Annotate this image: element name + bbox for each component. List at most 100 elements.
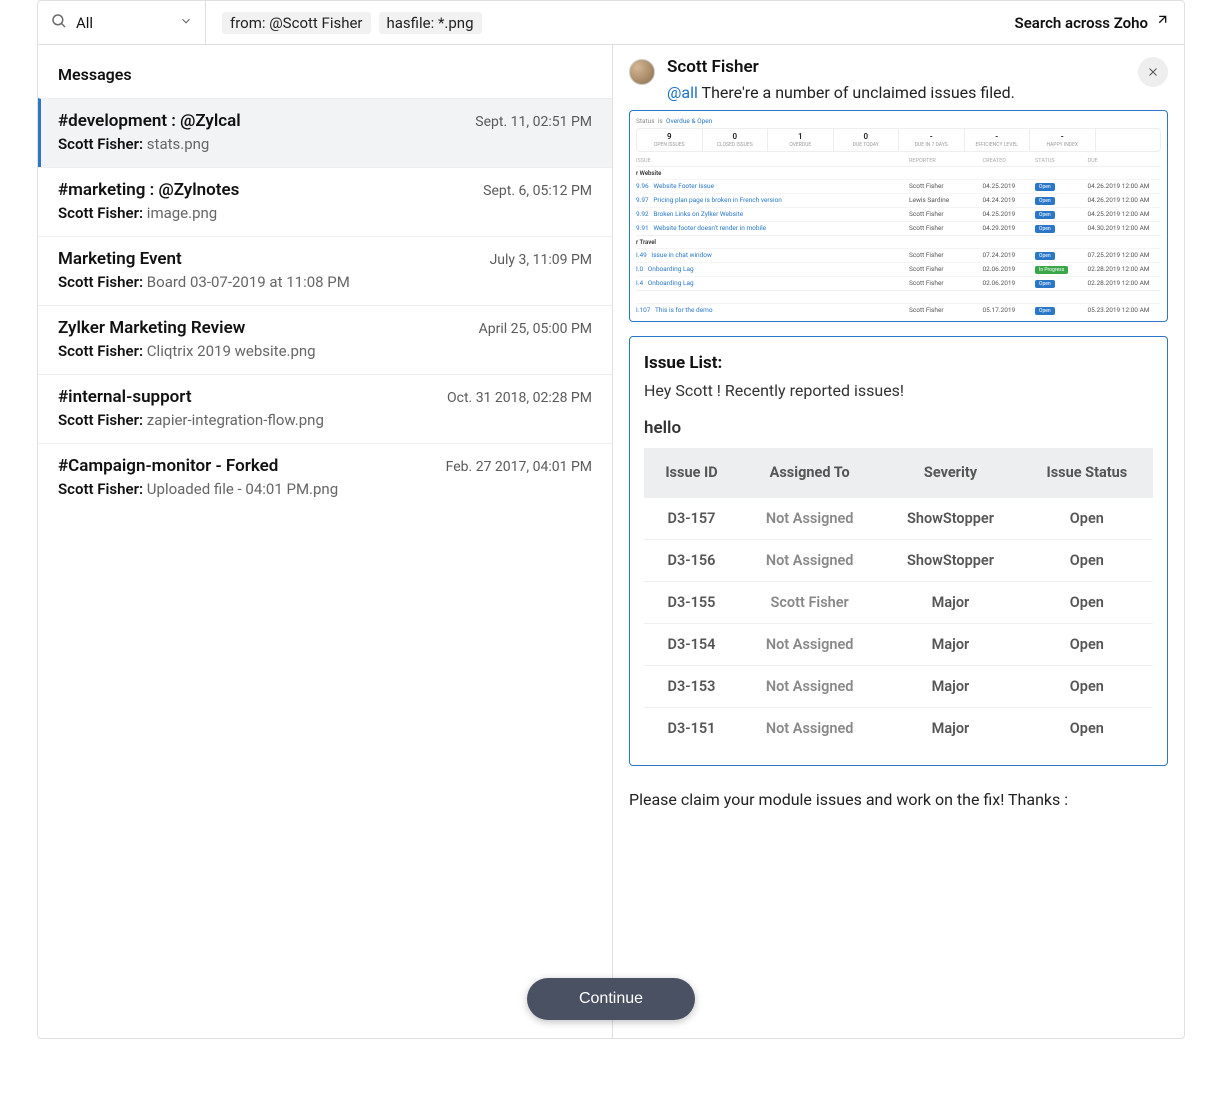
table-row: D3-157 Not Assigned ShowStopper Open [644,497,1153,539]
cell-status: Open [1021,623,1153,665]
search-filters[interactable]: from: @Scott Fisher hasfile: *.png [206,12,999,34]
popout-icon [1154,14,1168,32]
search-pill-from[interactable]: from: @Scott Fisher [222,12,371,34]
search-scope-dropdown[interactable]: All [38,1,206,44]
message-title: Marketing Event [58,249,182,269]
cell-assigned: Scott Fisher [739,581,880,623]
mini-row: 9.97 Pricing plan page is broken in Fren… [636,193,1161,207]
message-sender: Scott Fisher: [58,135,143,153]
issue-th: Assigned To [739,448,880,498]
cell-issue-id: D3-155 [644,581,739,623]
mini-row: I.49 Issue in chat window Scott Fisher 0… [636,248,1161,262]
message-item[interactable]: #Campaign-monitor - Forked Feb. 27 2017,… [38,443,612,512]
mini-row: 9.92 Broken Links on Zylker Website Scot… [636,207,1161,221]
issue-list-card: Issue List: Hey Scott ! Recently reporte… [629,336,1168,766]
table-row: D3-156 Not Assigned ShowStopper Open [644,539,1153,581]
issue-th: Issue Status [1021,448,1153,498]
close-button[interactable] [1138,57,1168,87]
mini-row: I.107 This is for the demo Scott Fisher … [636,303,1161,317]
message-sender: Scott Fisher: [58,273,143,291]
cell-assigned: Not Assigned [739,665,880,707]
mini-stats-row: 9OPEN ISSUES0CLOSED ISSUES1OVERDUE0DUE T… [636,128,1161,152]
mini-stat: -HAPPY INDEX [1030,129,1096,151]
cell-assigned: Not Assigned [739,497,880,539]
mini-group-2: r Travel [636,235,1161,248]
mini-row: 9.96 Website Footer Issue Scott Fisher 0… [636,179,1161,193]
cell-issue-id: D3-154 [644,623,739,665]
cell-severity: Major [880,581,1020,623]
preview-sender-name: Scott Fisher [667,57,1126,77]
attached-image-preview[interactable]: Status is Overdue & Open 9OPEN ISSUES0CL… [629,110,1168,322]
cell-status: Open [1021,581,1153,623]
message-time: Sept. 11, 02:51 PM [475,114,592,130]
cell-status: Open [1021,707,1153,749]
search-pill-hasfile[interactable]: hasfile: *.png [379,12,482,34]
continue-button[interactable]: Continue [527,978,695,1020]
message-file: stats.png [147,135,210,153]
message-title: #development : @Zylcal [58,111,241,131]
cell-severity: Major [880,665,1020,707]
message-title: #internal-support [58,387,192,407]
message-time: July 3, 11:09 PM [490,252,592,268]
preview-message-body: @all There're a number of unclaimed issu… [667,83,1126,102]
message-preview-pane: Scott Fisher @all There're a number of u… [613,45,1184,1038]
message-title: #Campaign-monitor - Forked [58,456,278,476]
messages-pane: Messages #development : @Zylcal Sept. 11… [38,45,613,1038]
issue-th: Issue ID [644,448,739,498]
cell-severity: ShowStopper [880,539,1020,581]
message-sender: Scott Fisher: [58,480,143,498]
mini-stat: 0CLOSED ISSUES [703,129,769,151]
mini-stat: 0DUE TODAY [834,129,900,151]
cell-status: Open [1021,665,1153,707]
table-row: D3-151 Not Assigned Major Open [644,707,1153,749]
message-file: image.png [147,204,217,222]
issue-card-title: Issue List: [644,353,1153,373]
message-title: Zylker Marketing Review [58,318,245,338]
table-row: D3-155 Scott Fisher Major Open [644,581,1153,623]
search-across-zoho-link[interactable]: Search across Zoho [999,14,1184,32]
issue-th: Severity [880,448,1020,498]
table-row: D3-153 Not Assigned Major Open [644,665,1153,707]
mini-row: I.4 Onboarding Lag Scott Fisher 02.06.20… [636,276,1161,290]
message-sender: Scott Fisher: [58,342,143,360]
avatar [629,59,655,85]
message-time: Sept. 6, 05:12 PM [483,183,592,199]
message-item[interactable]: #development : @Zylcal Sept. 11, 02:51 P… [38,98,612,167]
message-sender: Scott Fisher: [58,204,143,222]
mini-breadcrumb: Status is Overdue & Open [636,117,1161,125]
search-header: All from: @Scott Fisher hasfile: *.png S… [38,1,1184,45]
messages-section-header: Messages [38,45,612,98]
cell-status: Open [1021,539,1153,581]
message-file: Uploaded file - 04:01 PM.png [147,480,338,498]
search-across-label: Search across Zoho [1015,14,1148,32]
message-item[interactable]: Zylker Marketing Review April 25, 05:00 … [38,305,612,374]
mini-stat: -EFFICIENCY LEVEL [965,129,1031,151]
mini-row: 9.91 Website footer doesn't render in mo… [636,221,1161,235]
message-file: zapier-integration-flow.png [147,411,324,429]
issue-card-hello: hello [644,418,1153,438]
mention[interactable]: @all [667,83,698,102]
search-icon [50,12,68,34]
chevron-down-icon [179,13,193,32]
mini-table-header: ISSUE REPORTER CREATED STATUS DUE [636,156,1161,166]
preview-message-text: There're a number of unclaimed issues fi… [702,83,1015,102]
cell-issue-id: D3-157 [644,497,739,539]
message-item[interactable]: #marketing : @Zylnotes Sept. 6, 05:12 PM… [38,167,612,236]
mini-stat: -DUE IN 7 DAYS [899,129,965,151]
cell-issue-id: D3-156 [644,539,739,581]
mini-stat: 1OVERDUE [768,129,834,151]
message-file: Board 03-07-2019 at 11:08 PM [147,273,350,291]
message-time: April 25, 05:00 PM [479,321,592,337]
cell-severity: Major [880,623,1020,665]
message-time: Feb. 27 2017, 04:01 PM [446,459,592,475]
search-scope-label: All [76,14,171,32]
message-item[interactable]: Marketing Event July 3, 11:09 PM Scott F… [38,236,612,305]
message-title: #marketing : @Zylnotes [58,180,239,200]
cell-status: Open [1021,497,1153,539]
close-icon [1147,63,1159,82]
table-row: D3-154 Not Assigned Major Open [644,623,1153,665]
message-item[interactable]: #internal-support Oct. 31 2018, 02:28 PM… [38,374,612,443]
mini-stat: 9OPEN ISSUES [637,129,703,151]
message-time: Oct. 31 2018, 02:28 PM [447,390,592,406]
cell-severity: Major [880,707,1020,749]
